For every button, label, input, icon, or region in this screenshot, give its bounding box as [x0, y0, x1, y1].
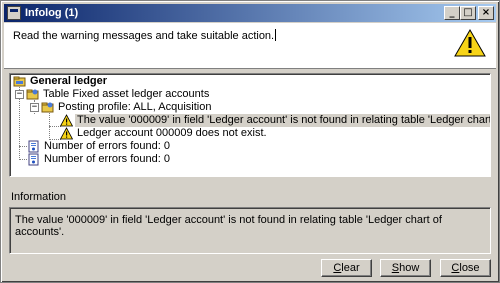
minimize-button[interactable]: _ [444, 6, 460, 20]
tree-node-warning[interactable]: Ledger account 000009 does not exist. [60, 127, 269, 140]
collapse-icon[interactable]: − [15, 90, 24, 99]
tree-node-info[interactable]: Number of errors found: 0 [27, 153, 172, 166]
tree-label: Posting profile: ALL, Acquisition [58, 101, 212, 113]
information-text: The value '000009' in field 'Ledger acco… [15, 214, 442, 238]
tree-connector [19, 146, 27, 147]
message-text-wrap: Read the warning messages and take suita… [13, 29, 277, 42]
infolog-window: Infolog (1) _ □ × Read the warning messa… [0, 0, 500, 283]
window-title: Infolog (1) [25, 7, 79, 19]
tree-node-table[interactable]: − Table Fixed asset ledger accounts [15, 88, 211, 101]
show-button-accel: S [391, 262, 400, 274]
title-bar[interactable]: Infolog (1) _ □ × [4, 4, 496, 22]
tree-node-info[interactable]: Number of errors found: 0 [27, 140, 172, 153]
warning-icon [60, 127, 73, 140]
tree-label: Table Fixed asset ledger accounts [43, 88, 210, 100]
tree-connector [19, 159, 27, 160]
show-button-label: how [399, 262, 420, 274]
clear-button[interactable]: Clear [321, 259, 372, 277]
close-window-button[interactable]: × [478, 6, 494, 20]
close-button[interactable]: Close [440, 259, 491, 277]
tree-label: Ledger account 000009 does not exist. [77, 127, 267, 139]
tree-node-warning[interactable]: The value '000009' in field 'Ledger acco… [60, 114, 490, 127]
close-button-label: lose [459, 262, 480, 274]
information-box: The value '000009' in field 'Ledger acco… [9, 207, 491, 254]
tree-label: Number of errors found: 0 [44, 153, 170, 165]
information-label: Information [11, 191, 67, 203]
message-panel: Read the warning messages and take suita… [4, 23, 496, 69]
folder-icon [13, 76, 26, 87]
title-bar-buttons: _ □ × [444, 6, 494, 20]
text-caret [275, 29, 277, 41]
tree-label: Number of errors found: 0 [44, 140, 170, 152]
tree-node-profile[interactable]: − Posting profile: ALL, Acquisition [30, 101, 213, 114]
info-icon [28, 153, 39, 166]
tree-label: General ledger [30, 75, 108, 87]
tree-node-root[interactable]: General ledger [13, 75, 109, 88]
infolog-icon [7, 6, 21, 20]
message-tree[interactable]: General ledger − Table Fixed asset ledge… [9, 73, 491, 177]
message-text: Read the warning messages and take suita… [13, 30, 275, 42]
info-icon [28, 140, 39, 153]
show-button[interactable]: Show [380, 259, 431, 277]
warning-icon [454, 29, 486, 57]
clear-button-label: lear [341, 262, 360, 274]
tree-label: The value '000009' in field 'Ledger acco… [75, 114, 490, 127]
folder-icon [41, 102, 54, 113]
maximize-button[interactable]: □ [460, 6, 476, 20]
collapse-icon[interactable]: − [30, 103, 39, 112]
folder-icon [26, 89, 39, 100]
warning-icon [60, 114, 73, 127]
